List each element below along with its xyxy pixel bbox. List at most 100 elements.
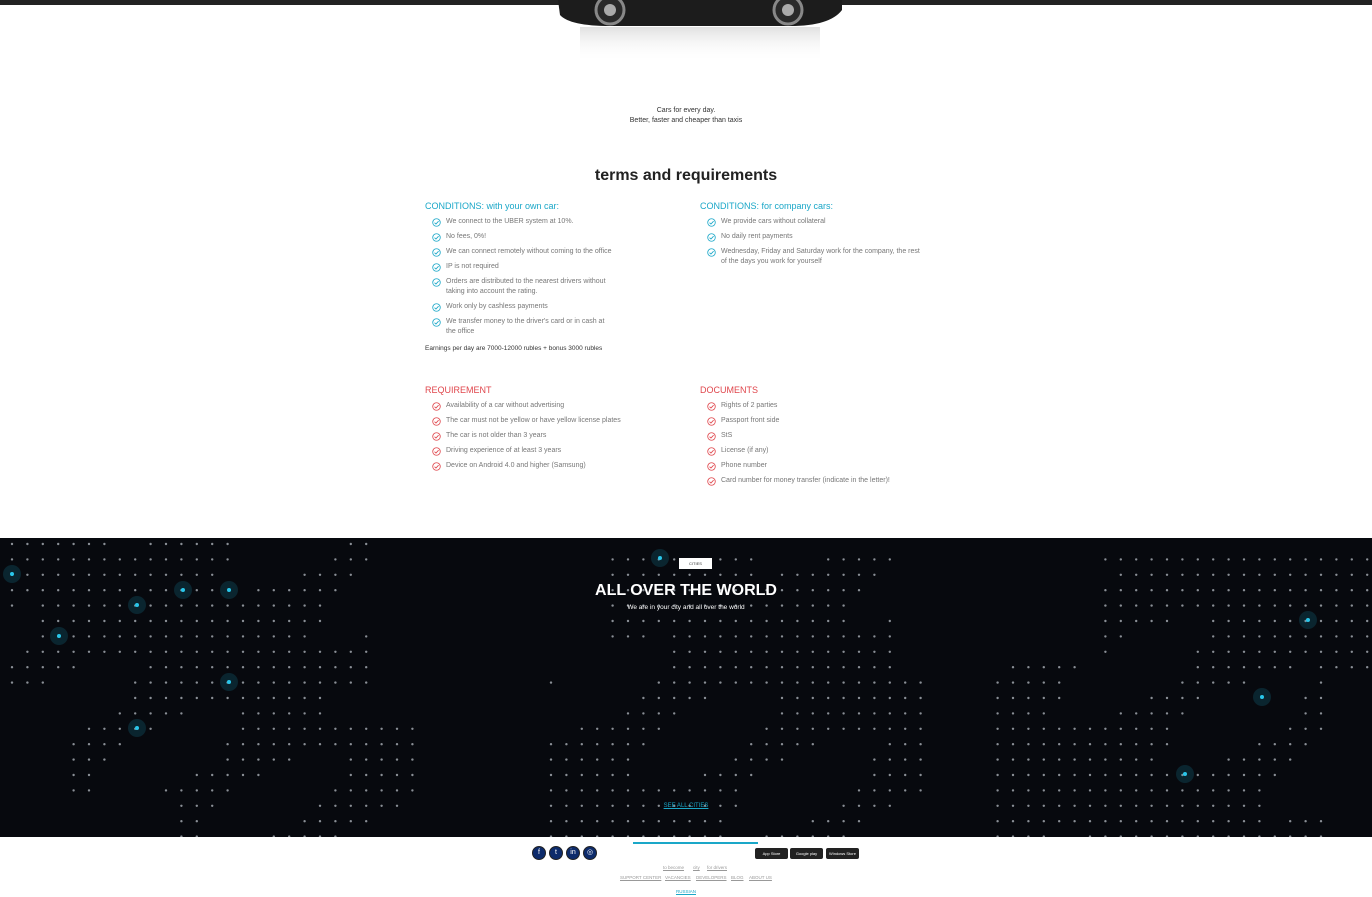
instagram-icon[interactable]: ◎	[583, 846, 597, 860]
own-car-conditions: CONDITIONS: with your own car: We connec…	[425, 201, 655, 352]
company-car-conditions: CONDITIONS: for company cars: We provide…	[700, 201, 930, 272]
list-item-text: No daily rent payments	[721, 233, 793, 240]
app-store-badge[interactable]: App Store	[755, 848, 788, 859]
check-circle-icon	[707, 417, 716, 426]
footer-link-about[interactable]: ABOUT US	[749, 875, 772, 880]
list-item: StS	[700, 431, 920, 441]
list-item-text: License (if any)	[721, 447, 769, 454]
list-item: We connect to the UBER system at 10%.	[425, 217, 645, 227]
footer-link-support[interactable]: SUPPORT CENTER	[620, 875, 661, 880]
list-item-text: No fees, 0%!	[446, 233, 487, 240]
terms-title: terms and requirements	[594, 167, 778, 184]
list-item-text: Passport front side	[721, 417, 780, 424]
world-subtitle: We are in your city and all over the wor…	[627, 604, 745, 611]
list-item: Card number for money transfer (indicate…	[700, 476, 920, 486]
check-circle-icon	[432, 417, 441, 426]
list-item-text: Device on Android 4.0 and higher (Samsun…	[446, 462, 586, 469]
list-item-text: Card number for money transfer (indicate…	[721, 477, 890, 484]
requirement-heading: REQUIREMENT	[425, 385, 492, 395]
list-item: Orders are distributed to the nearest dr…	[425, 277, 610, 297]
check-circle-icon	[707, 432, 716, 441]
linkedin-icon[interactable]: in	[566, 846, 580, 860]
company-car-list: We provide cars without collateral No dai…	[700, 217, 930, 267]
footer-link-blog[interactable]: BLOG	[731, 875, 744, 880]
list-item-text: Wednesday, Friday and Saturday work for …	[721, 248, 920, 265]
check-circle-icon	[432, 278, 441, 287]
tagline-line1: Cars for every day.	[656, 107, 716, 114]
own-car-heading: CONDITIONS: with your own car:	[425, 201, 560, 211]
check-circle-icon	[432, 462, 441, 471]
list-item: We provide cars without collateral	[700, 217, 920, 227]
footer-accent-line	[633, 842, 758, 844]
cities-tab[interactable]: CITIES	[679, 558, 712, 569]
footer: f t in ◎ App Store Google play Windows S…	[0, 837, 1372, 897]
check-circle-icon	[707, 248, 716, 257]
check-circle-icon	[432, 263, 441, 272]
list-item: No daily rent payments	[700, 232, 920, 242]
list-item: No fees, 0%!	[425, 232, 645, 242]
car-image	[558, 0, 842, 62]
twitter-icon[interactable]: t	[549, 846, 563, 860]
check-circle-icon	[432, 447, 441, 456]
list-item: Passport front side	[700, 416, 920, 426]
check-circle-icon	[432, 218, 441, 227]
list-item-text: The car is not older than 3 years	[446, 432, 547, 439]
list-item-text: The car must not be yellow or have yello…	[446, 417, 621, 424]
list-item-text: We provide cars without collateral	[721, 218, 826, 225]
documents-section: DOCUMENTS Rights of 2 parties Passport fr…	[700, 385, 940, 491]
list-item: Work only by cashless payments	[425, 302, 645, 312]
check-circle-icon	[432, 233, 441, 242]
list-item-text: Work only by cashless payments	[446, 303, 548, 310]
list-item: The car is not older than 3 years	[425, 431, 645, 441]
list-item-text: Driving experience of at least 3 years	[446, 447, 562, 454]
language-link[interactable]: RUSSIAN	[0, 889, 1372, 894]
list-item-text: We can connect remotely without coming t…	[446, 248, 612, 255]
tagline-line2: Better, faster and cheaper than taxis	[629, 117, 743, 124]
world-section: CITIES ALL OVER THE WORLD We are in your…	[0, 538, 1372, 837]
list-item: License (if any)	[700, 446, 920, 456]
footer-link-developers[interactable]: DEVELOPERS	[696, 875, 727, 880]
documents-heading: DOCUMENTS	[700, 385, 758, 395]
list-item: We transfer money to the driver's card o…	[425, 317, 610, 337]
earnings-text: Earnings per day are 7000-12000 rubles +…	[425, 345, 603, 352]
list-item-text: Phone number	[721, 462, 767, 469]
own-car-list: We connect to the UBER system at 10%. No …	[425, 217, 655, 337]
footer-link-vacancies[interactable]: VACANCIES	[665, 875, 691, 880]
check-circle-icon	[707, 233, 716, 242]
check-circle-icon	[432, 248, 441, 257]
see-all-cities-link[interactable]: SEE ALL CITIES	[0, 803, 1372, 809]
requirement-list: Availability of a car without advertisin…	[425, 401, 665, 471]
check-circle-icon	[707, 477, 716, 486]
list-item: Phone number	[700, 461, 920, 471]
footer-link-city[interactable]: city	[693, 865, 700, 870]
check-circle-icon	[432, 318, 441, 327]
list-item: Rights of 2 parties	[700, 401, 920, 411]
check-circle-icon	[432, 432, 441, 441]
windows-store-badge[interactable]: Windows Store	[826, 848, 859, 859]
list-item-text: Rights of 2 parties	[721, 402, 778, 409]
documents-list: Rights of 2 parties Passport front side St…	[700, 401, 940, 486]
check-circle-icon	[707, 402, 716, 411]
list-item-text: IP is not required	[446, 263, 499, 270]
facebook-icon[interactable]: f	[532, 846, 546, 860]
hero-tagline: Cars for every day. Better, faster and c…	[0, 106, 1372, 126]
footer-link-become[interactable]: to become	[663, 865, 684, 870]
list-item-text: StS	[721, 432, 733, 439]
list-item: We can connect remotely without coming t…	[425, 247, 645, 257]
google-play-badge[interactable]: Google play	[790, 848, 823, 859]
list-item-text: Availability of a car without advertisin…	[446, 402, 565, 409]
check-circle-icon	[707, 447, 716, 456]
list-item-text: We connect to the UBER system at 10%.	[446, 218, 574, 225]
company-car-heading: CONDITIONS: for company cars:	[700, 201, 834, 211]
footer-link-drivers[interactable]: for drivers	[707, 865, 727, 870]
check-circle-icon	[432, 402, 441, 411]
list-item-text: Orders are distributed to the nearest dr…	[446, 278, 606, 295]
check-circle-icon	[432, 303, 441, 312]
check-circle-icon	[707, 218, 716, 227]
list-item: The car must not be yellow or have yello…	[425, 416, 645, 426]
requirement-section: REQUIREMENT Availability of a car withou…	[425, 385, 665, 476]
check-circle-icon	[707, 462, 716, 471]
list-item: Device on Android 4.0 and higher (Samsun…	[425, 461, 645, 471]
list-item: Wednesday, Friday and Saturday work for …	[700, 247, 920, 267]
list-item-text: We transfer money to the driver's card o…	[446, 318, 605, 335]
